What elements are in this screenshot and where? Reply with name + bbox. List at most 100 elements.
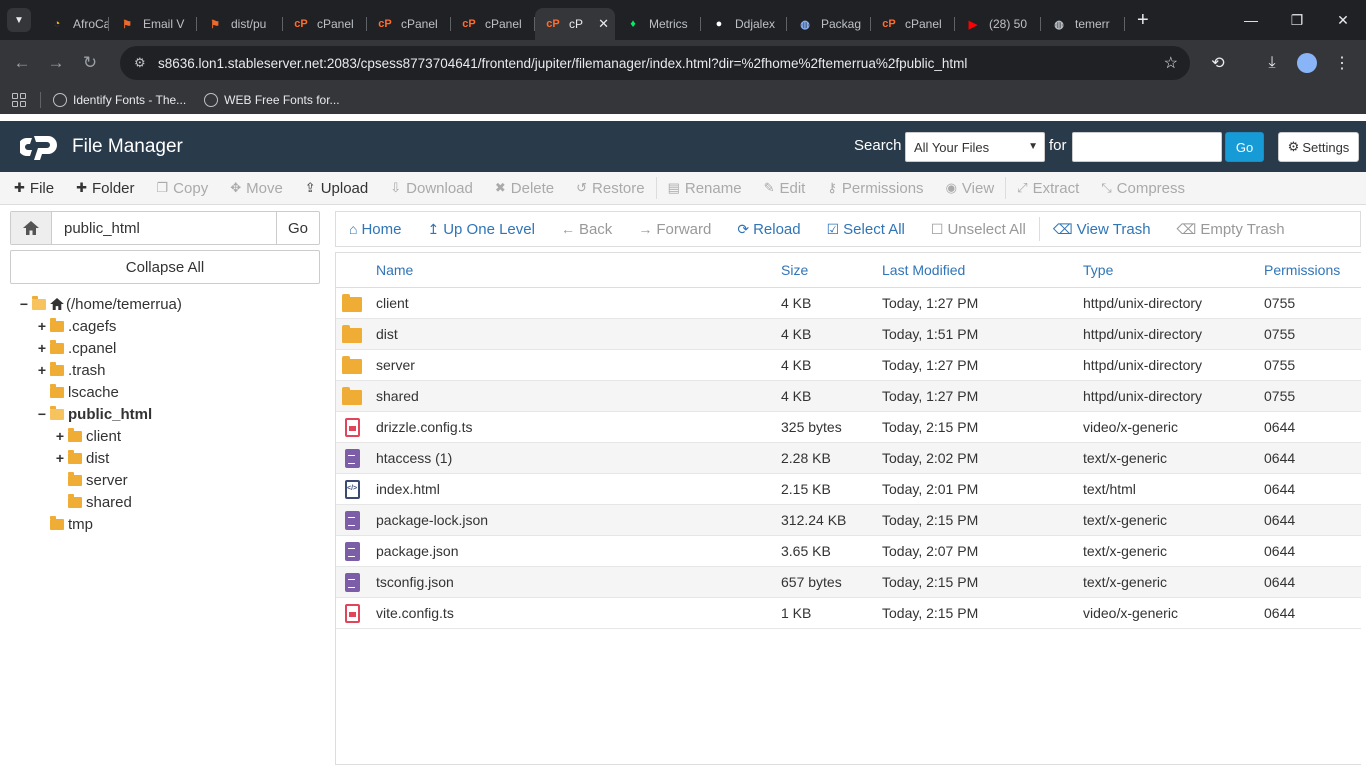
column-header-size[interactable]: Size (781, 262, 808, 278)
copy-button[interactable]: ❐ Copy (146, 172, 220, 205)
browser-tab[interactable]: cP cPanel (871, 8, 955, 40)
table-row[interactable]: index.html 2.15 KB Today, 2:01 PM text/html… (336, 474, 1361, 505)
browser-tab[interactable]: ⚑ Email V (109, 8, 197, 40)
new-tab-icon[interactable]: + (1137, 9, 1149, 32)
profile-avatar[interactable] (1292, 48, 1322, 78)
search-scope-select[interactable]: All Your Files ▼ (905, 132, 1045, 162)
close-window-icon[interactable]: ✕ (1320, 0, 1366, 40)
tree-item[interactable]: shared (54, 491, 132, 513)
bookmark-item[interactable]: WEB Free Fonts for... (204, 93, 340, 107)
browser-tab[interactable]: ◍ temerr (1041, 8, 1125, 40)
browser-tab[interactable]: cP cPanel (283, 8, 367, 40)
unselect-all-button[interactable]: ☐ Unselect All (918, 212, 1039, 246)
select-all-button[interactable]: ☑ Select All (814, 212, 918, 246)
expand-icon[interactable]: + (36, 318, 48, 334)
table-row[interactable]: package.json 3.65 KB Today, 2:07 PM text/x-… (336, 536, 1361, 567)
back-icon[interactable]: ← (5, 46, 39, 80)
path-input[interactable]: public_html (52, 212, 276, 244)
move-button[interactable]: ✥ Move (219, 172, 294, 205)
table-row[interactable]: server 4 KB Today, 1:27 PM httpd/unix-direc… (336, 350, 1361, 381)
tree-item[interactable]: + client (54, 425, 121, 447)
path-go-button[interactable]: Go (276, 212, 319, 244)
collapse-icon[interactable]: − (36, 406, 48, 422)
empty-trash-button[interactable]: ⌫ Empty Trash (1164, 212, 1298, 246)
tree-item[interactable]: + dist (54, 447, 109, 469)
compress-button[interactable]: ⤡ Compress (1090, 172, 1196, 205)
maximize-icon[interactable]: ❐ (1274, 0, 1320, 40)
table-row[interactable]: client 4 KB Today, 1:27 PM httpd/unix-direc… (336, 288, 1361, 319)
edit-button[interactable]: ✎ Edit (753, 172, 817, 205)
rename-button[interactable]: ▤ Rename (657, 172, 753, 205)
forward-icon[interactable]: → (39, 46, 73, 80)
permissions-button[interactable]: ⚷ Permissions (816, 172, 934, 205)
apps-grid-icon[interactable] (12, 93, 26, 107)
bookmark-item[interactable]: Identify Fonts - The... (53, 93, 186, 107)
back-button[interactable]: ← Back (548, 212, 625, 246)
expand-icon[interactable]: + (54, 428, 66, 444)
history-icon[interactable]: ⟲ (1203, 48, 1233, 78)
table-row[interactable]: drizzle.config.ts 325 bytes Today, 2:15 PM… (336, 412, 1361, 443)
close-tab-icon[interactable]: ✕ (590, 16, 609, 32)
tree-item[interactable]: − public_html (36, 403, 152, 425)
column-header-last-modified[interactable]: Last Modified (882, 262, 965, 278)
cell-size: 1 KB (781, 605, 812, 621)
view-trash-button[interactable]: ⌫ View Trash (1040, 212, 1164, 246)
forward-button[interactable]: → Forward (625, 212, 724, 246)
browser-tab[interactable]: cP cPanel (367, 8, 451, 40)
download-button[interactable]: ⇩ Download (379, 172, 484, 205)
tree-label: .cpanel (68, 339, 117, 357)
collapse-icon[interactable]: − (18, 296, 30, 312)
table-row[interactable]: tsconfig.json 657 bytes Today, 2:15 PM text… (336, 567, 1361, 598)
table-row[interactable]: shared 4 KB Today, 1:27 PM httpd/unix-direc… (336, 381, 1361, 412)
column-header-name[interactable]: Name (376, 262, 413, 278)
expand-icon[interactable]: + (54, 450, 66, 466)
minimize-icon[interactable]: — (1228, 0, 1274, 40)
expand-icon[interactable]: + (36, 362, 48, 378)
restore-button[interactable]: ↺ Restore (565, 172, 655, 205)
bookmark-star-icon[interactable]: ☆ (1164, 53, 1178, 73)
home-icon[interactable] (11, 212, 52, 244)
table-row[interactable]: htaccess (1) 2.28 KB Today, 2:02 PM text/x-… (336, 443, 1361, 474)
table-row[interactable]: package-lock.json 312.24 KB Today, 2:15 PM… (336, 505, 1361, 536)
tree-item[interactable]: − (/home/temerrua) (18, 293, 182, 315)
browser-tab[interactable]: ♦ Metrics (615, 8, 701, 40)
browser-tab[interactable]: ⚑ dist/pu (197, 8, 283, 40)
browser-tab[interactable]: ◔ AfroCa (39, 8, 109, 40)
table-row[interactable]: dist 4 KB Today, 1:51 PM httpd/unix-directo… (336, 319, 1361, 350)
table-row[interactable]: vite.config.ts 1 KB Today, 2:15 PM video/x-… (336, 598, 1361, 629)
tree-item[interactable]: + .cpanel (36, 337, 116, 359)
settings-button[interactable]: ⚙ Settings (1278, 132, 1359, 162)
upload-button[interactable]: ⇪ Upload (294, 172, 379, 205)
browser-menu-icon[interactable]: ⋮ (1327, 48, 1357, 78)
expand-icon[interactable]: + (36, 340, 48, 356)
browser-tab[interactable]: ◍ Packag (787, 8, 871, 40)
search-go-button[interactable]: Go (1225, 132, 1264, 162)
browser-tab[interactable]: cP cP ✕ (535, 8, 615, 40)
tree-item[interactable]: server (54, 469, 128, 491)
browser-tab[interactable]: cP cPanel (451, 8, 535, 40)
delete-button[interactable]: ✖ Delete (484, 172, 565, 205)
tree-item[interactable]: + .trash (36, 359, 106, 381)
view-button[interactable]: ◉ View (935, 172, 1006, 205)
tree-item[interactable]: + .cagefs (36, 315, 116, 337)
tree-item[interactable]: tmp (36, 513, 93, 535)
home-button[interactable]: ⌂ Home (336, 212, 414, 246)
reload-button[interactable]: ⟳ Reload (724, 212, 813, 246)
address-bar[interactable]: ⚙ s8636.lon1.stableserver.net:2083/cpses… (120, 46, 1190, 80)
column-header-type[interactable]: Type (1083, 262, 1113, 278)
folder-button[interactable]: ✚ Folder (65, 172, 145, 205)
browser-tab[interactable]: ● Ddjalex (701, 8, 787, 40)
download-icon[interactable]: ⤓ (1257, 48, 1287, 78)
file-button[interactable]: ✚ File (0, 172, 65, 205)
up-one-level-button[interactable]: ↥ Up One Level (414, 212, 547, 246)
extract-button[interactable]: ⤢ Extract (1006, 172, 1090, 205)
tab-search-icon[interactable]: ▼ (7, 8, 31, 32)
browser-tab[interactable]: ▶ (28) 50 (955, 8, 1041, 40)
site-info-icon[interactable]: ⚙ (134, 55, 150, 71)
search-input[interactable] (1072, 132, 1222, 162)
reload-icon[interactable]: ↻ (73, 46, 107, 80)
column-header-permissions[interactable]: Permissions (1264, 262, 1340, 278)
tree-item[interactable]: lscache (36, 381, 119, 403)
collapse-all-button[interactable]: Collapse All (10, 250, 320, 284)
cpanel-logo-icon[interactable] (20, 132, 66, 162)
